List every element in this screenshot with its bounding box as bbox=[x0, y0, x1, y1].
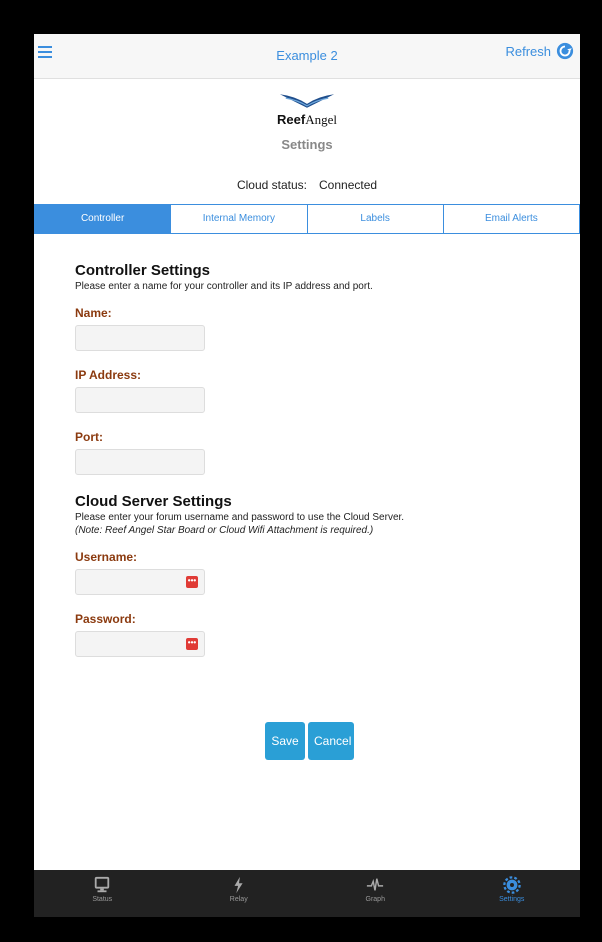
lightning-icon bbox=[234, 876, 243, 894]
bottom-nav: Status Relay Graph Settings bbox=[34, 870, 580, 917]
nav-status-label: Status bbox=[92, 896, 113, 903]
controller-settings-description: Please enter a name for your controller … bbox=[75, 281, 373, 292]
cloud-server-settings-heading: Cloud Server Settings bbox=[75, 493, 232, 510]
refresh-label: Refresh bbox=[505, 43, 551, 59]
ip-address-input[interactable] bbox=[75, 387, 205, 413]
save-button[interactable]: Save bbox=[265, 722, 305, 760]
nav-graph-label: Graph bbox=[365, 896, 385, 903]
form-actions: Save Cancel bbox=[265, 722, 354, 760]
password-label: Password: bbox=[75, 612, 136, 626]
nav-graph[interactable]: Graph bbox=[307, 870, 444, 917]
password-manager-icon[interactable]: ••• bbox=[186, 638, 198, 650]
settings-tabs: Controller Internal Memory Labels Email … bbox=[34, 204, 580, 234]
monitor-icon bbox=[95, 876, 110, 893]
tab-labels[interactable]: Labels bbox=[306, 205, 443, 233]
nav-relay-label: Relay bbox=[229, 896, 248, 903]
nav-relay[interactable]: Relay bbox=[171, 870, 308, 917]
page-title: Example 2 bbox=[276, 48, 338, 63]
cloud-status-label: Cloud status: bbox=[236, 178, 307, 192]
logo-text: ReefAngel bbox=[277, 112, 337, 127]
username-label: Username: bbox=[75, 550, 138, 564]
cancel-button[interactable]: Cancel bbox=[308, 722, 354, 760]
name-label: Name: bbox=[75, 306, 112, 320]
name-input[interactable] bbox=[75, 325, 205, 351]
nav-settings[interactable]: Settings bbox=[444, 870, 581, 917]
ip-address-label: IP Address: bbox=[75, 368, 142, 382]
nav-status[interactable]: Status bbox=[34, 870, 171, 917]
tab-internal-memory[interactable]: Internal Memory bbox=[170, 205, 307, 233]
password-manager-icon[interactable]: ••• bbox=[186, 576, 198, 588]
controller-settings-heading: Controller Settings bbox=[75, 262, 211, 279]
username-input[interactable]: ••• bbox=[75, 569, 205, 595]
nav-settings-label: Settings bbox=[499, 896, 525, 903]
brand-logo: ReefAngel bbox=[34, 92, 580, 128]
cloud-server-settings-note: (Note: Reef Angel Star Board or Cloud Wi… bbox=[75, 525, 374, 536]
cloud-server-settings-description: Please enter your forum username and pas… bbox=[75, 512, 405, 523]
page-subtitle: Settings bbox=[281, 137, 333, 152]
gear-icon bbox=[502, 876, 521, 894]
pulse-icon bbox=[367, 878, 384, 891]
password-input[interactable]: ••• bbox=[75, 631, 205, 657]
angel-wings-logo-icon bbox=[279, 94, 335, 108]
refresh-button[interactable]: Refresh bbox=[505, 42, 574, 60]
port-input[interactable] bbox=[75, 449, 205, 475]
settings-form: Controller Settings Please enter a name … bbox=[75, 262, 475, 657]
cloud-status: Cloud status: Connected bbox=[34, 178, 580, 192]
refresh-icon bbox=[556, 42, 574, 60]
cloud-status-value: Connected bbox=[319, 178, 378, 192]
tab-controller[interactable]: Controller bbox=[35, 205, 171, 233]
tab-email-alerts[interactable]: Email Alerts bbox=[442, 205, 579, 233]
top-bar: Example 2 Refresh bbox=[34, 34, 580, 79]
port-label: Port: bbox=[75, 430, 103, 444]
app-screen: Example 2 Refresh ReefAngel Settings Clo… bbox=[34, 34, 580, 917]
